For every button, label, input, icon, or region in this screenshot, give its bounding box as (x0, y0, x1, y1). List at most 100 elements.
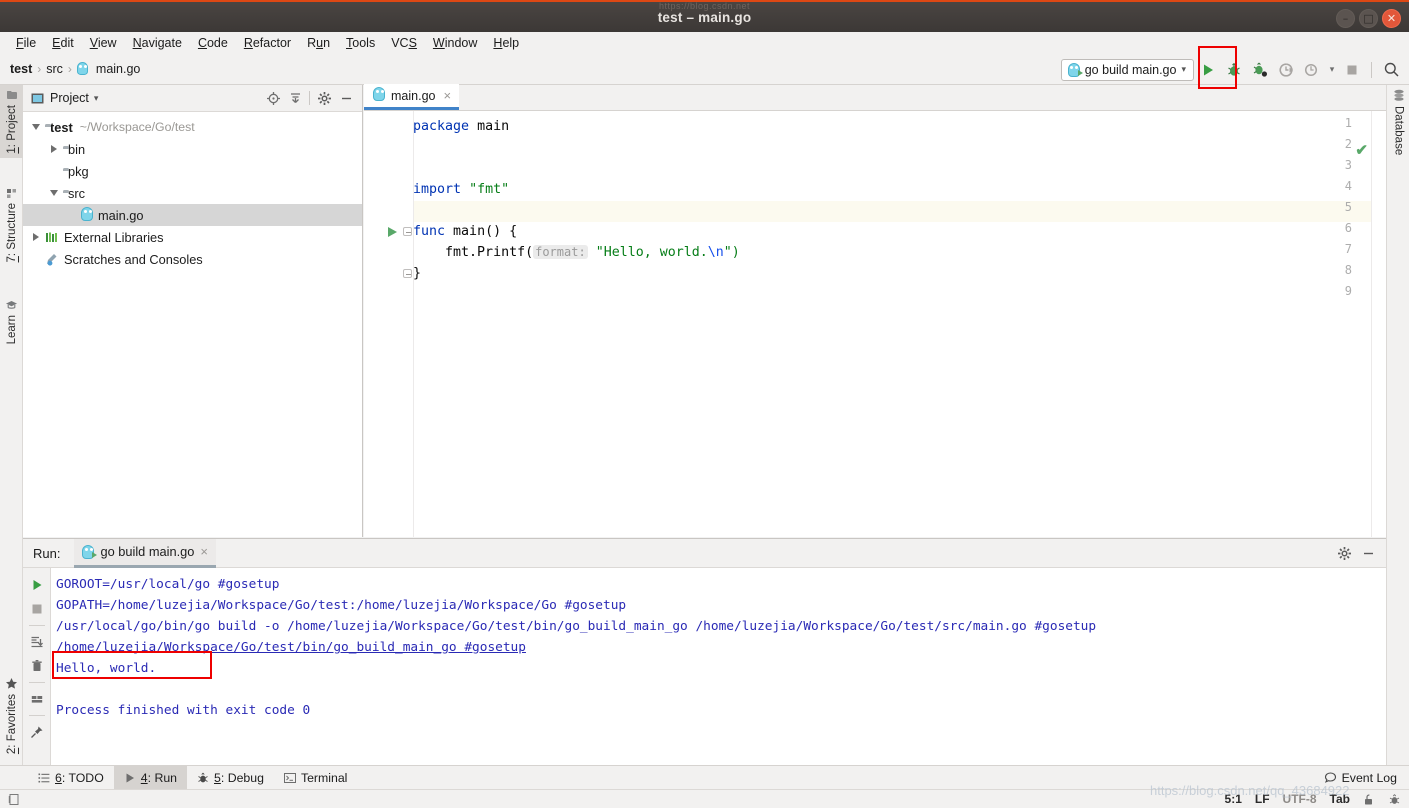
code-fold-icon[interactable] (403, 227, 412, 236)
console-toolbar-divider (28, 682, 45, 683)
tab-run[interactable]: 4: Run (113, 765, 188, 790)
console-line: Process finished with exit code 0 (56, 703, 311, 718)
chevron-down-icon[interactable]: ▾ (94, 93, 99, 104)
tree-node-test[interactable]: test ~/Workspace/Go/test (23, 116, 362, 138)
stop-icon[interactable] (27, 599, 47, 619)
print-icon[interactable] (27, 689, 47, 709)
project-tool-window: Project ▾ test ~/Workspace/Go/test bin p… (23, 85, 363, 537)
expand-arrow-icon[interactable] (27, 233, 45, 241)
hide-panel-icon[interactable] (336, 88, 356, 108)
code-editor[interactable]: 1 2 3 4 5 6 7 8 9 package main import "f… (364, 111, 1386, 537)
project-tree: test ~/Workspace/Go/test bin pkg src mai… (23, 112, 362, 270)
tab-debug[interactable]: 5: Debug (187, 766, 274, 790)
tree-node-bin[interactable]: bin (23, 138, 362, 160)
tab-terminal[interactable]: Terminal (274, 766, 357, 790)
console-line: GOROOT=/usr/local/go #gosetup (56, 577, 280, 592)
menu-bar: File Edit View Navigate Code Refactor Ru… (0, 32, 1409, 54)
tab-todo[interactable]: 6: TODO (28, 766, 114, 790)
menu-view[interactable]: View (82, 34, 125, 52)
menu-window[interactable]: Window (425, 34, 485, 52)
sidebar-item-structure[interactable]: 7: Structure (0, 183, 23, 266)
tree-node-scratches[interactable]: Scratches and Consoles (23, 248, 362, 270)
profile-button[interactable] (1274, 58, 1298, 82)
close-icon[interactable]: × (443, 88, 451, 103)
debug-button[interactable] (1222, 58, 1246, 82)
menu-file[interactable]: File (8, 34, 44, 52)
line-number: 4 (1344, 179, 1352, 193)
run-with-coverage-button[interactable] (1248, 58, 1272, 82)
scroll-to-end-icon[interactable] (27, 632, 47, 652)
gopher-run-icon (82, 544, 98, 559)
run-tab-go-build[interactable]: go build main.go × (74, 538, 216, 568)
console-toolbar-divider (28, 715, 45, 716)
chevron-down-icon[interactable]: ▾ (1326, 58, 1338, 82)
hide-panel-icon[interactable] (1358, 543, 1378, 563)
breadcrumb-item-1[interactable]: src (46, 62, 63, 76)
trash-icon[interactable] (27, 656, 47, 676)
editor-tab-main-go[interactable]: main.go × (364, 84, 460, 110)
tree-node-main-go[interactable]: main.go (23, 204, 362, 226)
collapse-all-icon[interactable] (285, 88, 305, 108)
expand-arrow-icon[interactable] (27, 124, 45, 130)
attach-profiler-button[interactable] (1300, 58, 1324, 82)
expand-arrow-icon[interactable] (45, 190, 63, 196)
close-icon[interactable]: × (200, 544, 208, 559)
settings-gear-icon[interactable] (1334, 543, 1354, 563)
tree-node-path: ~/Workspace/Go/test (79, 120, 195, 134)
tree-node-src[interactable]: src (23, 182, 362, 204)
tree-node-pkg[interactable]: pkg (23, 160, 362, 182)
run-configuration-selector[interactable]: go build main.go ▾ (1060, 58, 1194, 81)
pin-icon[interactable] (27, 722, 47, 742)
structure-icon (6, 187, 18, 199)
menu-edit[interactable]: Edit (44, 34, 82, 52)
run-button[interactable] (1196, 58, 1220, 82)
editor-tab-label: main.go (391, 88, 436, 103)
sidebar-item-label: 2: Favorites (5, 694, 18, 755)
rerun-icon[interactable] (27, 575, 47, 595)
tree-node-external-libraries[interactable]: External Libraries (23, 226, 362, 248)
sidebar-item-learn[interactable]: Learn (0, 295, 23, 348)
main-toolbar: go build main.go ▾ ▾ (1060, 54, 1403, 85)
console-output[interactable]: GOROOT=/usr/local/go #gosetup GOPATH=/ho… (52, 568, 1386, 766)
menu-code[interactable]: Code (190, 34, 236, 52)
menu-navigate[interactable]: Navigate (125, 34, 190, 52)
title-bar: https://blog.csdn.net test – main.go – □… (0, 0, 1409, 32)
menu-refactor[interactable]: Refactor (236, 34, 299, 52)
window-controls: – □ ✕ (1336, 2, 1401, 34)
code-fold-icon[interactable] (403, 269, 412, 278)
database-icon (1393, 89, 1405, 102)
tab-label: 6: TODO (55, 770, 104, 785)
code-line-8: } (413, 266, 422, 281)
inspection-gutter[interactable] (1371, 111, 1386, 537)
stop-button[interactable] (1340, 58, 1364, 82)
menu-run[interactable]: Run (299, 34, 338, 52)
run-tab-label: go build main.go (100, 544, 195, 559)
editor-gutter[interactable] (364, 111, 413, 537)
settings-gear-icon[interactable] (314, 88, 334, 108)
document-icon[interactable] (8, 793, 21, 806)
menu-help[interactable]: Help (485, 34, 527, 52)
chevron-down-icon: ▾ (1181, 64, 1186, 74)
run-gutter-icon[interactable] (388, 227, 397, 237)
window-title: test – main.go (657, 9, 752, 25)
breadcrumb-item-0[interactable]: test (10, 62, 32, 76)
sidebar-item-database[interactable]: Database (1387, 85, 1409, 159)
gopher-icon (373, 87, 385, 104)
menu-tools[interactable]: Tools (338, 34, 383, 52)
search-everywhere-button[interactable] (1379, 58, 1403, 82)
console-line-link[interactable]: /home/luzejia/Workspace/Go/test/bin/go_b… (56, 637, 1386, 658)
minimize-icon[interactable]: – (1336, 8, 1355, 28)
expand-arrow-icon[interactable] (45, 145, 63, 153)
sidebar-item-project[interactable]: 1: Project (0, 85, 23, 158)
maximize-icon[interactable]: □ (1359, 8, 1378, 28)
menu-vcs[interactable]: VCS (383, 34, 425, 52)
breadcrumb-item-2[interactable]: main.go (96, 62, 140, 76)
inspection-icon[interactable] (1388, 793, 1401, 806)
unlocked-icon[interactable] (1363, 793, 1375, 806)
tree-node-label: src (68, 185, 86, 201)
sidebar-item-favorites[interactable]: 2: Favorites (0, 673, 23, 758)
close-icon[interactable]: ✕ (1382, 8, 1401, 28)
star-icon (5, 677, 18, 690)
locate-icon[interactable] (263, 88, 283, 108)
